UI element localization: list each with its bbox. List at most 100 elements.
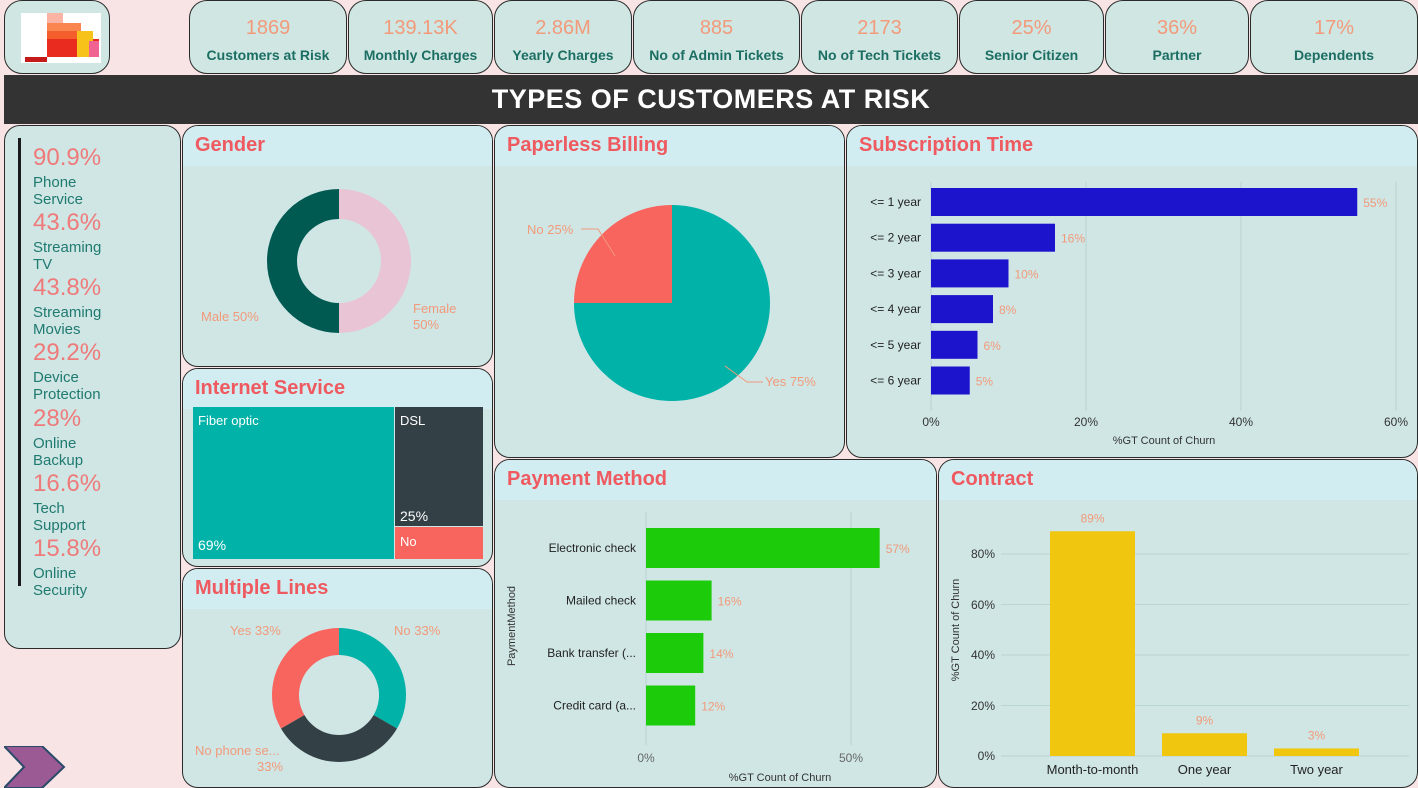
kpi-customers-at-risk[interactable]: 1869 Customers at Risk	[189, 0, 347, 74]
kpi-tech-tickets[interactable]: 2173 No of Tech Tickets	[801, 0, 958, 74]
pie-label: 50%	[413, 317, 439, 332]
kpi-yearly-charges[interactable]: 2.86M Yearly Charges	[494, 0, 632, 74]
kpi-label: Partner	[1152, 47, 1202, 63]
data-label: 89%	[1080, 511, 1104, 525]
list-item[interactable]: 43.6% Streaming TV	[33, 209, 101, 273]
service-percent: 43.8%	[33, 274, 102, 301]
pie-slice-male[interactable]	[267, 189, 339, 333]
pie-slice-no[interactable]	[339, 628, 406, 729]
x-tick: 20%	[1074, 415, 1098, 429]
kpi-label: No of Admin Tickets	[649, 47, 784, 63]
kpi-label: Senior Citizen	[984, 47, 1079, 63]
list-item[interactable]: 29.2% Device Protection	[33, 339, 101, 403]
x-axis-title: %GT Count of Churn	[1113, 435, 1216, 447]
services-list: 90.9% Phone Service 43.6% Streaming TV 4…	[18, 138, 101, 599]
treemap-cell-fiber-optic[interactable]: Fiber optic 69%	[193, 407, 394, 559]
kpi-label: Monthly Charges	[363, 47, 478, 63]
x-tick: 60%	[1384, 415, 1408, 429]
pie-slice-no-phone-se[interactable]	[280, 715, 398, 762]
kpi-monthly-charges[interactable]: 139.13K Monthly Charges	[348, 0, 493, 74]
cell-label: Fiber optic	[198, 413, 259, 428]
page-title: TYPES OF CUSTOMERS AT RISK	[4, 75, 1418, 124]
bar-payment-3[interactable]	[646, 633, 704, 673]
pie-slice-female[interactable]	[339, 189, 411, 333]
multiple-lines-slices	[272, 628, 406, 762]
contract-card: Contract 89% Month-to-month 9% One year 3% Tw…	[938, 459, 1418, 788]
kpi-senior-citizen[interactable]: 25% Senior Citizen	[959, 0, 1104, 74]
list-item[interactable]: 43.8% Streaming Movies	[33, 274, 101, 338]
kpi-value: 139.13K	[383, 17, 458, 39]
pie-label: 33%	[257, 759, 283, 774]
kpi-value: 25%	[1011, 17, 1052, 39]
x-tick: Month-to-month	[1047, 762, 1139, 777]
x-tick: Two year	[1290, 762, 1343, 777]
gender-chart: Male 50% Female 50%	[201, 189, 456, 333]
service-percent: 90.9%	[33, 144, 102, 171]
y-tick: 80%	[971, 547, 995, 561]
x-gridlines	[930, 182, 1397, 411]
pie-slice-yes[interactable]	[272, 628, 339, 729]
x-tick: 40%	[1229, 415, 1253, 429]
bar-contract-1[interactable]	[1050, 531, 1135, 756]
bar-subscription-4[interactable]	[931, 295, 993, 324]
card-title: Internet Service	[183, 369, 492, 409]
x-axis-title: %GT Count of Churn	[729, 772, 832, 784]
pie-label: Female	[413, 301, 456, 316]
data-label: 3%	[1308, 728, 1326, 742]
bar-subscription-5[interactable]	[931, 330, 978, 359]
bar-subscription-1[interactable]	[931, 188, 1358, 216]
kpi-label: Dependents	[1293, 47, 1375, 63]
kpi-label: Yearly Charges	[512, 47, 614, 63]
internet-service-card: Internet Service Fiber optic 69% DSL 25%…	[182, 368, 493, 567]
kpi-value: 2173	[857, 17, 902, 39]
kpi-admin-tickets[interactable]: 885 No of Admin Tickets	[633, 0, 800, 74]
kpi-dependents[interactable]: 17% Dependents	[1250, 0, 1418, 74]
service-name: Streaming TV	[33, 239, 102, 273]
y-tick: Mailed check	[566, 594, 637, 608]
list-item[interactable]: 90.9% Phone Service	[33, 144, 101, 208]
service-name: Phone Service	[33, 174, 84, 208]
y-tick: <= 5 year	[870, 338, 921, 352]
list-item[interactable]: 16.6% Tech Support	[33, 470, 101, 534]
kpi-partner[interactable]: 36% Partner	[1105, 0, 1249, 74]
bar-payment-2[interactable]	[646, 580, 712, 621]
list-item[interactable]: 28% Online Backup	[33, 405, 83, 469]
service-percent: 28%	[33, 405, 82, 432]
data-label: 16%	[718, 595, 742, 609]
bar-subscription-2[interactable]	[931, 223, 1055, 252]
y-tick: <= 6 year	[870, 374, 921, 388]
y-axis-title: PaymentMethod	[506, 586, 518, 666]
bar-subscription-3[interactable]	[931, 259, 1009, 288]
service-name: Device Protection	[33, 369, 101, 403]
service-percent: 16.6%	[33, 470, 102, 497]
pie-slice-no[interactable]	[574, 205, 672, 303]
gender-card: Gender Male 50% Female 50%	[182, 125, 493, 367]
app-logo	[4, 0, 110, 74]
cell-value: 25%	[400, 508, 429, 524]
pie-label: No phone se...	[195, 743, 280, 758]
contract-bars: 89% Month-to-month 9% One year 3% Two year	[1047, 511, 1359, 777]
y-tick: Bank transfer (...	[547, 646, 636, 660]
paperless-chart: No 25% Yes 75%	[527, 205, 816, 401]
list-item[interactable]: 15.8% Online Security	[33, 535, 101, 599]
payment-bars: Electronic check 57% Mailed check 16% Bank t…	[547, 528, 910, 726]
data-label: 16%	[1061, 232, 1085, 246]
contract-chart: 89% Month-to-month 9% One year 3% Two year 0%…	[950, 511, 1409, 777]
bar-contract-2[interactable]	[1162, 733, 1247, 756]
treemap-cell-dsl[interactable]: DSL 25%	[395, 407, 483, 526]
bar-contract-3[interactable]	[1274, 748, 1359, 756]
cell-value: 69%	[198, 537, 227, 553]
y-tick: 60%	[971, 598, 995, 612]
bar-subscription-6[interactable]	[931, 366, 970, 395]
x-tick: 0%	[637, 751, 655, 765]
pie-label: No 33%	[394, 623, 441, 638]
service-percent: 15.8%	[33, 535, 102, 562]
y-tick: Credit card (a...	[553, 699, 636, 713]
y-tick: <= 4 year	[870, 302, 921, 316]
bar-payment-1[interactable]	[646, 528, 880, 568]
payment-method-card: Payment Method Electronic check 57% Mailed…	[494, 459, 937, 788]
treemap-cell-no[interactable]: No	[395, 527, 483, 559]
bar-payment-4[interactable]	[646, 685, 696, 726]
next-page-arrow-icon[interactable]	[4, 746, 66, 788]
cell-label: DSL	[400, 413, 426, 428]
